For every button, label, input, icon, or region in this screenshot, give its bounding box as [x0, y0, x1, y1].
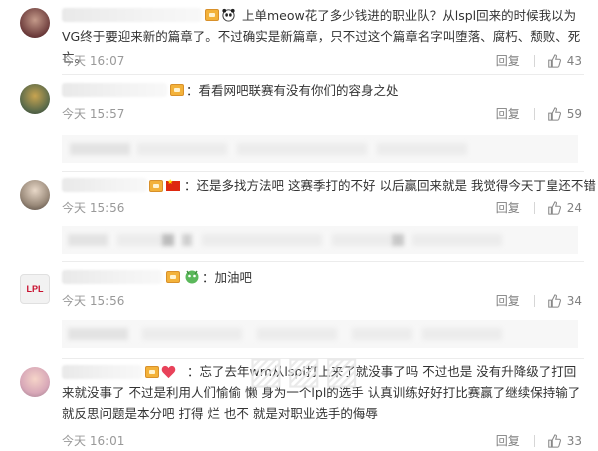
avatar[interactable] [20, 367, 50, 397]
reply-preview-blurred[interactable] [62, 135, 578, 163]
username-blurred[interactable] [62, 270, 162, 284]
separator-line [62, 261, 584, 262]
reply-button[interactable]: 回复 [496, 432, 520, 449]
like-count: 34 [566, 293, 582, 308]
lpl-logo: LPL [26, 284, 44, 294]
reply-button[interactable]: 回复 [496, 52, 520, 69]
separator-line [62, 171, 584, 172]
comment-actions: 回复 24 [496, 199, 582, 216]
avatar[interactable] [20, 8, 50, 38]
thumb-up-icon[interactable] [547, 433, 561, 448]
comment-text: ：还是多找方法吧 这赛季打的不好 以后赢回来就是 我觉得今天丁皇还不错 [184, 178, 596, 193]
vip-badge-icon [166, 271, 180, 283]
reply-button[interactable]: 回复 [496, 199, 520, 216]
reply-button[interactable]: 回复 [496, 105, 520, 122]
comment-actions: 回复 33 [496, 432, 582, 449]
china-flag-icon [166, 178, 180, 191]
divider [533, 201, 535, 214]
comment-time: 今天 16:07 [62, 54, 125, 68]
divider [533, 54, 535, 67]
divider [533, 434, 535, 447]
separator-line [62, 74, 584, 75]
avatar[interactable]: LPL [20, 274, 50, 304]
like-count: 43 [566, 53, 582, 68]
thumb-up-icon[interactable] [547, 106, 561, 121]
avatar[interactable] [20, 84, 50, 114]
thumb-up-icon[interactable] [547, 293, 561, 308]
thumb-up-icon[interactable] [547, 53, 561, 68]
comment-actions: 回复 59 [496, 105, 582, 122]
vip-badge-icon [170, 84, 184, 96]
vip-badge-icon [149, 180, 163, 192]
comment-time: 今天 15:56 [62, 201, 125, 215]
comment-time: 今天 15:56 [62, 294, 125, 308]
divider [533, 294, 535, 307]
like-count: 59 [566, 106, 582, 121]
comment-actions: 回复 43 [496, 52, 582, 69]
reply-preview-blurred[interactable] [62, 226, 578, 254]
divider [533, 107, 535, 120]
username-blurred[interactable] [62, 178, 147, 192]
dragon-emoji-icon [185, 270, 199, 284]
comment-time: 今天 15:57 [62, 107, 125, 121]
like-count: 33 [566, 433, 582, 448]
comment-actions: 回复 34 [496, 292, 582, 309]
avatar[interactable] [20, 180, 50, 210]
comment-time: 今天 16:01 [62, 434, 125, 448]
reply-button[interactable]: 回复 [496, 292, 520, 309]
watermark: ▨▨▨ [248, 347, 362, 392]
like-count: 24 [566, 200, 582, 215]
reply-preview-blurred[interactable] [62, 320, 578, 348]
comment-text: ：看看网吧联赛有没有你们的容身之处 [186, 83, 399, 98]
thumb-up-icon[interactable] [547, 200, 561, 215]
comment-text: ：加油吧 [202, 270, 253, 285]
username-blurred[interactable] [62, 83, 167, 97]
